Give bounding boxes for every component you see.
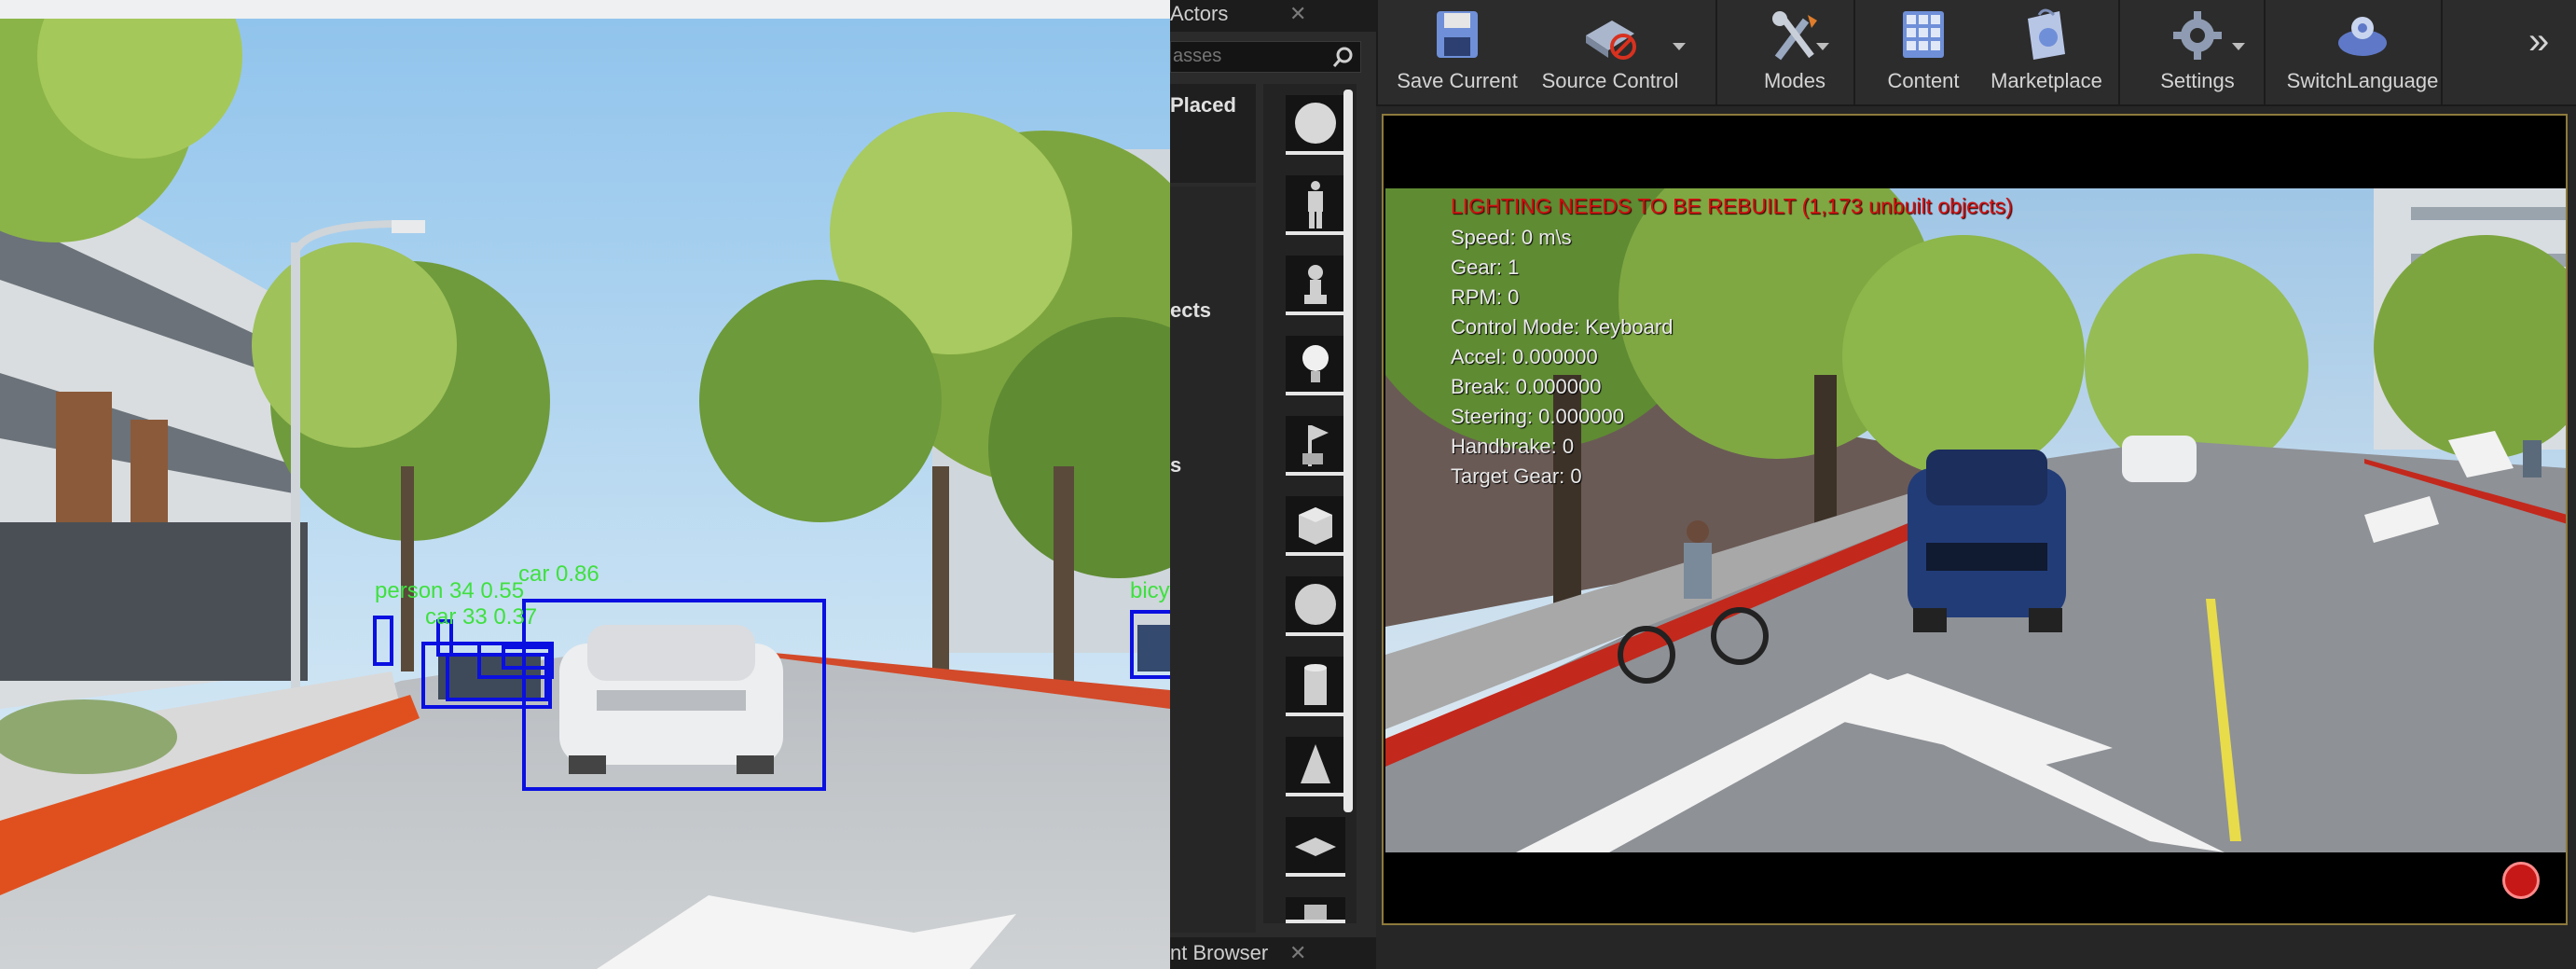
detection-label: person 34 0.55 [375,578,525,603]
place-actors-panel: Actors ✕ Placed ects s [1170,0,1376,969]
asset-tile[interactable] [1286,256,1345,315]
settings-dropdown-arrow[interactable] [2232,43,2245,50]
toolbar-separator [1853,0,1855,104]
partial-tile-icon [1304,905,1327,920]
content-icon [1903,11,1944,58]
search-classes-field[interactable] [1170,41,1361,73]
sphere-icon [1295,584,1336,625]
save-icon [1437,11,1478,58]
detection-box-bicycle [1130,610,1170,679]
camera-feed-panel: person 34 0.55 car 33 0.37 car 0.86 bicy… [0,0,1170,969]
asset-scrollbar[interactable] [1343,90,1353,812]
category-recently-placed[interactable]: Placed [1170,93,1236,118]
asset-tile[interactable] [1286,737,1345,796]
settings-icon [2173,11,2222,60]
settings-label: Settings [2160,69,2235,92]
asset-tile[interactable] [1286,95,1345,155]
content-browser-tab-title: nt Browser [1170,941,1269,964]
asset-tile[interactable] [1286,897,1345,923]
tab-close-icon[interactable]: ✕ [1289,941,1306,965]
simulation-view: LIGHTING NEEDS TO BE REBUILT (1,173 unbu… [1385,188,2566,852]
hud-target-gear: Target Gear: 0 [1451,464,1582,488]
camera-flag-icon [1302,425,1329,466]
detection-box-person [373,616,393,666]
detection-label: car 33 0.37 [425,604,538,630]
source-control-button[interactable]: Source Control [1531,4,1689,101]
marketplace-button[interactable]: Marketplace [1977,4,2116,101]
detection-box-car [502,645,552,670]
save-current-label: Save Current [1397,69,1518,92]
tab-close-icon[interactable]: ✕ [1289,2,1306,26]
modes-dropdown-arrow[interactable] [1816,43,1829,50]
plane-icon [1295,837,1336,856]
camera-top-strip [0,0,1170,19]
mannequin-icon [1308,181,1323,228]
actors-tab[interactable]: Actors ✕ [1170,0,1376,32]
hud-handbrake: Handbrake: 0 [1451,435,1575,458]
hud-accel: Accel: 0.000000 [1451,345,1598,368]
hud-rpm: RPM: 0 [1451,285,1520,309]
editor-area: Save Current Source Control Modes Conten… [1376,0,2576,969]
settings-button[interactable]: Settings [2128,4,2267,101]
switch-language-icon [2338,17,2387,56]
hud-break: Break: 0.000000 [1451,375,1602,398]
toolbar-separator [1715,0,1717,104]
detection-label: car 0.86 [518,561,599,587]
hud-speed: Speed: 0 m\s [1451,226,1572,249]
modes-icon [1772,11,1817,61]
switch-language-label: SwitchLanguage [2286,69,2439,92]
modes-button[interactable]: Modes [1725,4,1865,101]
asset-tile[interactable] [1286,817,1345,877]
cylinder-icon [1304,664,1327,705]
source-control-dropdown-arrow[interactable] [1673,43,1686,50]
lighting-rebuild-warning: LIGHTING NEEDS TO BE REBUILT (1,173 unbu… [1451,194,2013,218]
main-toolbar: Save Current Source Control Modes Conten… [1376,0,2576,106]
detection-box-car [522,599,826,791]
switch-language-button[interactable]: SwitchLanguage [2269,4,2456,101]
street-scene-image [0,0,1170,969]
source-control-icon [1586,21,1636,60]
toolbar-overflow-icon[interactable]: » [2528,21,2549,62]
asset-tile[interactable] [1286,416,1345,476]
marketplace-label: Marketplace [1991,69,2102,92]
asset-tile[interactable] [1286,175,1345,235]
cube-icon [1299,507,1332,545]
record-button[interactable] [2502,862,2540,899]
level-viewport[interactable]: LIGHTING NEEDS TO BE REBUILT (1,173 unbu… [1382,114,2568,925]
content-label: Content [1887,69,1960,92]
hud-gear: Gear: 1 [1451,256,1520,279]
asset-tile[interactable] [1286,576,1345,636]
asset-tile[interactable] [1286,496,1345,556]
content-browser-tab[interactable]: nt Browser ✕ [1170,937,1376,969]
source-control-label: Source Control [1541,69,1679,92]
hud-steering: Steering: 0.000000 [1451,405,1624,428]
pawn-icon [1304,265,1327,304]
light-bulb-icon [1302,345,1329,382]
toolbar-separator [2264,0,2266,104]
search-classes-input[interactable] [1171,42,1322,70]
toolbar-separator [2118,0,2120,104]
category-basic-objects[interactable]: ects [1170,298,1211,323]
asset-tile[interactable] [1286,657,1345,716]
content-button[interactable]: Content [1863,4,1984,101]
cone-icon [1301,744,1330,783]
modes-label: Modes [1763,69,1826,92]
actors-tab-title: Actors [1170,2,1229,25]
save-current-button[interactable]: Save Current [1387,4,1527,101]
detection-label: bicycle [1130,578,1170,603]
sphere-icon [1295,103,1336,144]
hud-control-mode: Control Mode: Keyboard [1451,315,1674,339]
toolbar-separator [1376,0,1378,104]
asset-tile[interactable] [1286,336,1345,395]
toolbar-separator [2441,0,2443,104]
driving-scene-image [1385,188,2566,852]
search-icon[interactable] [1331,46,1356,70]
asset-list [1263,84,1357,923]
category-lights[interactable]: s [1170,453,1181,478]
marketplace-icon [2028,8,2065,60]
